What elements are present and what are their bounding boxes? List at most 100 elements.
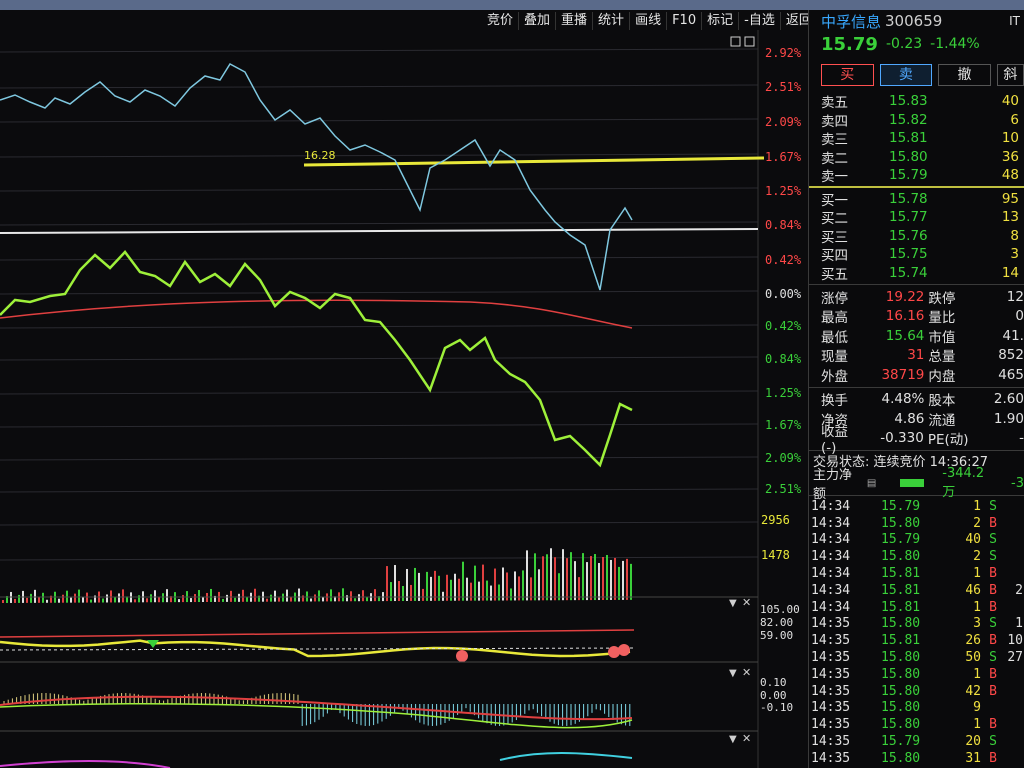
volume-bar	[86, 592, 88, 603]
stat-value: -	[1019, 430, 1024, 447]
toolbar-button[interactable]: 叠加	[519, 12, 557, 30]
volume-bar	[342, 588, 344, 602]
toolbar-button[interactable]: 重播	[556, 12, 594, 30]
tick-time: 14:34	[811, 599, 851, 615]
stat-row: 换手 4.48% 股本 2.60	[809, 390, 1024, 409]
volume-bar	[442, 591, 444, 601]
volume-bar	[58, 598, 60, 603]
volume-bar	[230, 590, 232, 602]
volume-bar	[14, 598, 16, 603]
percent-axis-label: 0.84%	[765, 218, 802, 232]
stats-block: 涨停 19.22 跌停 12 最高 16.16 量比 0 最低 15.64 市值 41. 现量 31 总量 8…	[809, 287, 1024, 385]
toolbar-button[interactable]: 画线	[630, 12, 668, 30]
level-volume: 13	[1001, 209, 1019, 226]
level-volume: 40	[1001, 93, 1019, 110]
sell-button[interactable]: 卖	[879, 64, 933, 86]
ask-level[interactable]: 卖一 15.79 48	[809, 166, 1024, 185]
volume-bar	[586, 562, 588, 601]
tick-volume: 1	[973, 666, 981, 682]
more-button[interactable]: 斜	[996, 64, 1024, 86]
volume-axis-label: 2956	[761, 513, 790, 527]
bid-level[interactable]: 买一 15.78 95	[809, 190, 1024, 209]
tick-time: 14:35	[811, 717, 851, 733]
volume-bar	[346, 595, 348, 602]
bid-level[interactable]: 买五 15.74 14	[809, 264, 1024, 283]
percent-axis-label: 0.42%	[765, 253, 802, 267]
percent-axis-label: 2.09%	[765, 451, 802, 465]
tick-time: 14:35	[811, 683, 851, 699]
stat-value: 16.16	[885, 308, 925, 325]
volume-bar	[102, 598, 104, 603]
stat-value: 4.48%	[881, 391, 925, 408]
percent-axis-label: 1.67%	[765, 418, 802, 432]
volume-bar	[226, 594, 228, 602]
cancel-button[interactable]: 撤	[938, 64, 991, 86]
volume-bar	[70, 597, 72, 603]
volume-bar	[474, 565, 476, 601]
stat-value: 38719	[881, 366, 925, 383]
stat-value: 31	[907, 347, 925, 364]
ask-level[interactable]: 卖四 15.82 6	[809, 111, 1024, 130]
ask-level[interactable]: 卖五 15.83 40	[809, 92, 1024, 111]
flow-bar	[900, 479, 925, 487]
ask-level[interactable]: 卖二 15.80 36	[809, 148, 1024, 167]
tick-side: B	[989, 666, 997, 682]
volume-bar	[330, 589, 332, 602]
level-label: 卖三	[821, 132, 848, 149]
volume-bar	[154, 590, 156, 603]
volume-bar	[522, 570, 524, 601]
volume-bar	[590, 556, 592, 601]
stat-value: 19.22	[885, 288, 925, 305]
toolbar-button[interactable]: 竞价	[482, 12, 520, 30]
level-price: 15.78	[889, 190, 928, 207]
toolbar-button[interactable]: -自选	[739, 12, 781, 30]
volume-bar	[538, 569, 540, 601]
tick-volume: 1	[973, 498, 981, 514]
bid-level[interactable]: 买四 15.75 3	[809, 245, 1024, 264]
tick-volume: 1	[973, 599, 981, 615]
stock-name[interactable]: 中孚信息	[821, 11, 881, 32]
bid-level[interactable]: 买二 15.77 13	[809, 208, 1024, 227]
tick-time: 14:34	[811, 566, 851, 582]
tick-side: B	[989, 717, 997, 733]
volume-bar	[542, 556, 544, 601]
stock-header: 中孚信息 300659 IT	[809, 10, 1024, 32]
volume-bar	[194, 594, 196, 603]
tick-list[interactable]: 14:34 15.79 1 S 14:34 15.80 2 B 14:34 15.79 40 S 14:…	[809, 498, 1024, 767]
volume-bar	[190, 598, 192, 603]
stat-label: 最高	[821, 310, 848, 327]
level-price: 15.82	[889, 111, 928, 128]
divider	[809, 284, 1024, 285]
level-label: 买四	[821, 248, 848, 265]
tick-price: 15.80	[881, 700, 921, 716]
percent-axis-label: 0.42%	[765, 319, 802, 333]
volume-bar	[198, 590, 200, 603]
panel-collapse-icon: ▼	[729, 668, 737, 679]
main-flow-label[interactable]: 主力净额	[813, 464, 865, 502]
toolbar-button[interactable]: 标记	[702, 12, 740, 30]
volume-bar	[178, 599, 180, 603]
tick-time: 14:35	[811, 650, 851, 666]
tick-row: 14:34 15.80 2 B	[809, 515, 1024, 532]
percent-axis-label: 2.92%	[765, 46, 802, 60]
tick-side: S	[989, 549, 997, 565]
level-volume: 36	[1001, 148, 1019, 165]
bid-level[interactable]: 买三 15.76 8	[809, 227, 1024, 246]
volume-bar	[390, 582, 392, 602]
volume-bar	[134, 599, 136, 603]
volume-bar	[406, 568, 408, 601]
stat-label: 跌停	[928, 290, 956, 307]
toolbar-button[interactable]: F10	[667, 12, 703, 30]
volume-bar	[374, 589, 376, 602]
tick-extra: 27	[1007, 650, 1023, 666]
stat-row: 最低 15.64 市值 41.	[809, 326, 1024, 346]
volume-bar	[146, 598, 148, 603]
volume-bars	[2, 548, 632, 603]
toolbar-button[interactable]: 统计	[593, 12, 631, 30]
list-icon[interactable]: ▤	[867, 478, 876, 489]
buy-button[interactable]: 买	[821, 64, 874, 86]
stat-value: 0	[1015, 308, 1024, 325]
volume-bar	[238, 593, 240, 602]
ask-level[interactable]: 卖三 15.81 10	[809, 129, 1024, 148]
volume-bar	[118, 593, 120, 603]
